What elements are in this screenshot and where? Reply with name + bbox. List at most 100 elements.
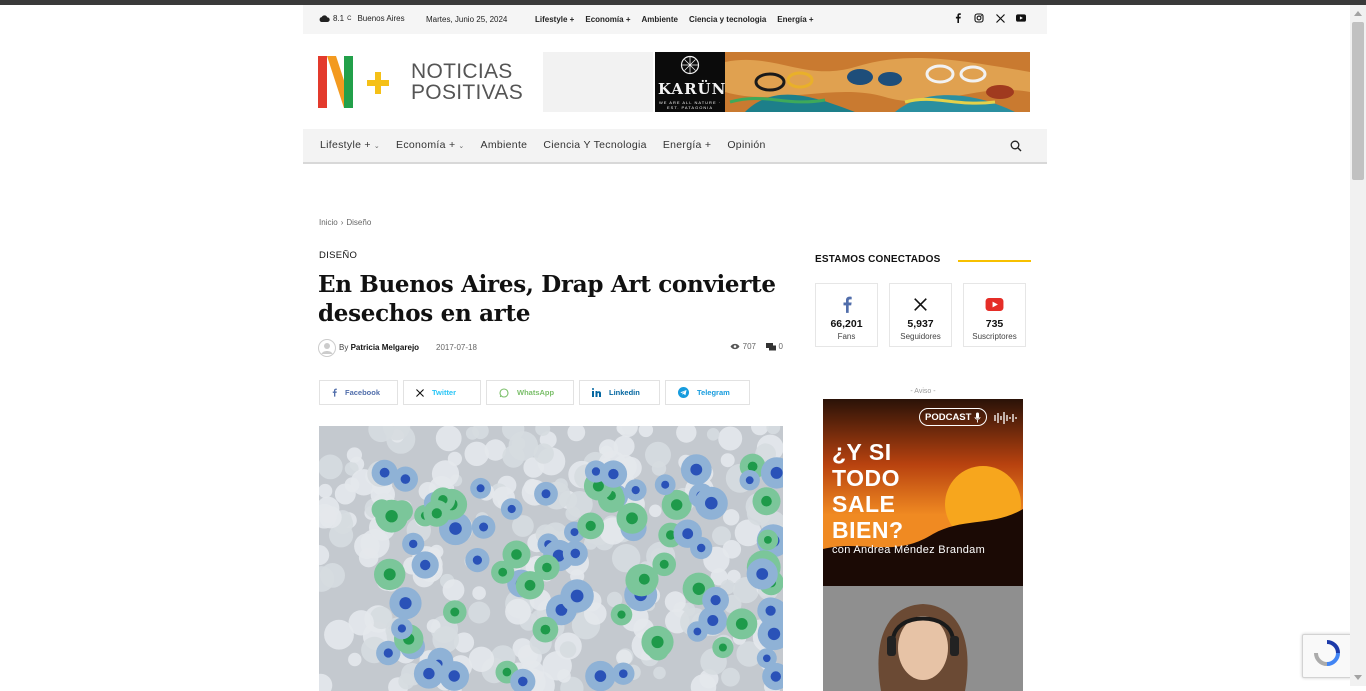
bottle-art-image xyxy=(319,426,783,691)
page-scrollbar[interactable] xyxy=(1350,5,1366,686)
logo-text: NOTICIAS POSITIVAS xyxy=(411,61,523,103)
breadcrumb-current[interactable]: Diseño xyxy=(346,218,371,227)
breadcrumb: Inicio›Diseño xyxy=(319,218,371,227)
counter-label: Fans xyxy=(816,332,877,341)
x-twitter-icon[interactable] xyxy=(995,13,1005,23)
top-menu-ambiente[interactable]: Ambiente xyxy=(641,15,677,24)
logo-mark xyxy=(318,56,410,108)
share-telegram-button[interactable]: Telegram xyxy=(665,380,750,405)
comment-count[interactable]: 0 xyxy=(766,342,783,351)
facebook-icon[interactable] xyxy=(953,13,963,23)
scroll-down-arrow-icon[interactable] xyxy=(1354,675,1362,680)
top-menu-energia[interactable]: Energía + xyxy=(777,15,813,24)
nav-item-energia[interactable]: Energía + xyxy=(663,139,712,151)
site-logo[interactable]: NOTICIAS POSITIVAS xyxy=(318,56,513,108)
podcast-ad[interactable]: PODCAST ¿Y SI TODO SALE BIEN? con Andrea… xyxy=(823,399,1023,691)
search-icon[interactable] xyxy=(1010,139,1022,157)
article-hero-image xyxy=(319,426,783,691)
nav-item-ciencia[interactable]: Ciencia Y Tecnologia xyxy=(543,139,647,151)
article-title: En Buenos Aires, Drap Art convierte dese… xyxy=(318,270,788,328)
counter-value: 735 xyxy=(964,318,1025,330)
ad-banner-karun[interactable]: KARÜN WE ARE ALL NATURE · EST. PATAGONIA xyxy=(655,52,1030,112)
top-menu-lifestyle[interactable]: Lifestyle + xyxy=(535,15,574,24)
karun-logo-block: KARÜN WE ARE ALL NATURE · EST. PATAGONIA xyxy=(655,52,725,112)
breadcrumb-home[interactable]: Inicio xyxy=(319,218,338,227)
counter-value: 66,201 xyxy=(816,318,877,330)
podcast-title-line: TODO xyxy=(832,465,904,491)
temperature-unit: C xyxy=(347,16,351,22)
breadcrumb-separator: › xyxy=(341,218,344,227)
share-twitter-button[interactable]: Twitter xyxy=(403,380,481,405)
counter-youtube[interactable]: 735 Suscriptores xyxy=(963,283,1026,347)
share-label: Telegram xyxy=(697,388,730,397)
top-social-links xyxy=(953,13,1026,23)
byline-prefix: By xyxy=(339,343,348,352)
share-linkedin-button[interactable]: Linkedin xyxy=(579,380,660,405)
youtube-icon[interactable] xyxy=(1016,13,1026,23)
heading-accent-line xyxy=(958,260,1031,262)
nav-item-lifestyle[interactable]: Lifestyle +⌄ xyxy=(320,139,380,151)
nav-item-label: Lifestyle + xyxy=(320,139,371,151)
podcast-subtitle: con Andrea Méndez Brandam xyxy=(832,544,985,556)
comments-value: 0 xyxy=(779,342,783,351)
weather-widget: 8.1 C Buenos Aires xyxy=(319,14,405,23)
recaptcha-badge[interactable] xyxy=(1302,634,1352,678)
top-bar: 8.1 C Buenos Aires Martes, Junio 25, 202… xyxy=(303,5,1047,34)
nav-item-label: Economía + xyxy=(396,139,455,151)
podcast-title-line: ¿Y SI xyxy=(832,439,904,465)
x-twitter-icon xyxy=(416,389,424,397)
podcast-title-line: SALE xyxy=(832,491,904,517)
facebook-icon xyxy=(332,388,337,397)
nav-item-economia[interactable]: Economía +⌄ xyxy=(396,139,465,151)
karun-emblem-icon xyxy=(680,55,700,75)
author-name[interactable]: Patricia Melgarejo xyxy=(351,343,419,352)
share-facebook-button[interactable]: Facebook xyxy=(319,380,398,405)
scroll-up-arrow-icon[interactable] xyxy=(1354,11,1362,16)
social-counters: 66,201 Fans 5,937 Seguidores 735 Suscrip… xyxy=(815,283,1026,347)
nav-item-opinion[interactable]: Opinión xyxy=(727,139,765,151)
comment-icon xyxy=(766,343,776,351)
byline: By Patricia Melgarejo xyxy=(339,343,419,352)
top-menu-economia[interactable]: Economía + xyxy=(585,15,630,24)
chevron-down-icon: ⌄ xyxy=(374,143,380,150)
counter-facebook[interactable]: 66,201 Fans xyxy=(815,283,878,347)
counter-label: Suscriptores xyxy=(964,332,1025,341)
nav-item-ambiente[interactable]: Ambiente xyxy=(481,139,528,151)
main-navigation: Lifestyle +⌄ Economía +⌄ Ambiente Cienci… xyxy=(303,129,1047,164)
podcast-badge: PODCAST xyxy=(919,408,987,426)
banner-ghost-image xyxy=(543,52,653,112)
ad-label: - Aviso - xyxy=(823,388,1023,395)
top-menu-ciencia[interactable]: Ciencia y tecnologia xyxy=(689,15,766,24)
temperature: 8.1 xyxy=(333,14,344,23)
logo-line-2: POSITIVAS xyxy=(411,82,523,103)
scrollbar-thumb[interactable] xyxy=(1352,22,1364,180)
publish-date: 2017-07-18 xyxy=(436,343,477,352)
x-twitter-icon xyxy=(914,298,927,311)
article-category[interactable]: DISEÑO xyxy=(319,250,357,261)
share-label: Facebook xyxy=(345,388,380,397)
share-label: Linkedin xyxy=(609,388,640,397)
share-label: Twitter xyxy=(432,388,456,397)
counter-label: Seguidores xyxy=(890,332,951,341)
recaptcha-text xyxy=(1309,666,1310,671)
sidebar-heading-label: ESTAMOS CONECTADOS xyxy=(815,254,950,265)
current-date: Martes, Junio 25, 2024 xyxy=(426,15,507,24)
soundwave-icon xyxy=(991,411,1017,425)
facebook-icon xyxy=(842,296,852,313)
whatsapp-icon xyxy=(499,388,509,398)
counter-twitter[interactable]: 5,937 Seguidores xyxy=(889,283,952,347)
view-count: 707 xyxy=(730,342,756,351)
youtube-icon xyxy=(985,298,1004,311)
instagram-icon[interactable] xyxy=(974,13,984,23)
microphone-icon xyxy=(974,412,981,423)
chevron-down-icon: ⌄ xyxy=(458,143,464,150)
share-whatsapp-button[interactable]: WhatsApp xyxy=(486,380,574,405)
recaptcha-icon xyxy=(1314,640,1340,666)
city: Buenos Aires xyxy=(357,14,404,23)
sidebar-heading: ESTAMOS CONECTADOS xyxy=(815,254,1031,268)
top-menu: Lifestyle + Economía + Ambiente Ciencia … xyxy=(535,15,814,24)
podcast-title: ¿Y SI TODO SALE BIEN? xyxy=(832,439,904,543)
author-avatar[interactable] xyxy=(318,339,336,357)
cloud-icon xyxy=(319,15,330,22)
podcast-title-line: BIEN? xyxy=(832,517,904,543)
